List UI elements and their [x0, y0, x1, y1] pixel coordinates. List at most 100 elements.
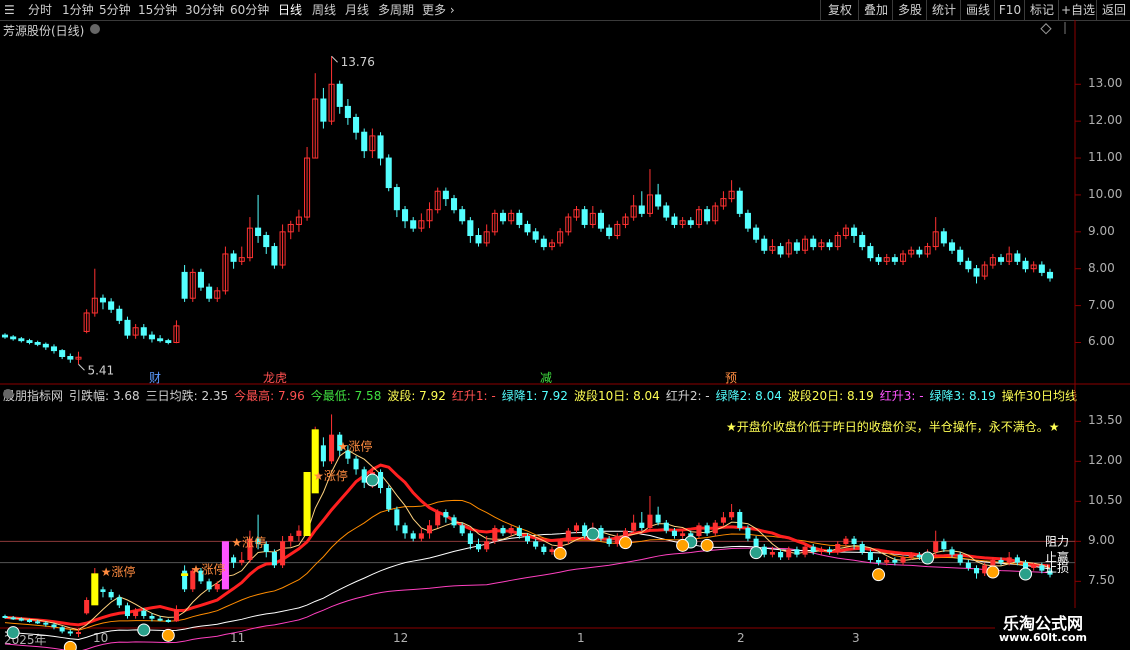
sub-candle-body [827, 549, 833, 552]
candle-body [499, 212, 507, 222]
sub-candle-body [435, 512, 441, 526]
candle-body [1038, 264, 1045, 273]
sub-candle-body [1039, 565, 1045, 571]
sub-candle-body [239, 560, 245, 563]
sub-candle-body [900, 557, 906, 563]
ma-orange-line [4, 499, 1051, 631]
sub-candle-body [320, 445, 326, 462]
diamond-icon [1040, 23, 1052, 35]
candle-body [957, 249, 964, 262]
sub-candle-body [622, 530, 628, 536]
candle-body [940, 231, 947, 244]
candle-body [353, 116, 360, 133]
candle-body [361, 131, 368, 152]
candle-body [26, 340, 33, 343]
candle-body [581, 209, 588, 225]
sell-marker-icon [586, 527, 600, 541]
limit-up-label: ★涨停 [313, 468, 348, 483]
sub-candle-body [165, 620, 171, 622]
limit-up-bar [311, 429, 319, 494]
candle-body [34, 341, 41, 345]
sub-candle-body [696, 525, 702, 536]
sub-candle-body [443, 512, 449, 518]
limit-up-label: ★涨停 [191, 561, 226, 576]
sub-candle-body [157, 618, 163, 621]
sub-candle-body [639, 522, 645, 528]
level-label: 止损 [1045, 561, 1069, 575]
sub-candle-body [43, 622, 49, 625]
sub-candle-body [949, 549, 955, 555]
event-marker: 财 [149, 371, 161, 385]
candle-body [42, 343, 49, 348]
sub-candle-body [51, 624, 57, 628]
buy-marker-icon [676, 538, 690, 552]
sub-candle-body [729, 512, 735, 518]
sub-candle-body [712, 522, 718, 534]
sub-candle-body [965, 562, 971, 568]
event-marker: 龙虎 [263, 371, 287, 385]
candle-body [524, 223, 531, 233]
candle-body [1, 334, 9, 338]
sub-candle-body [541, 546, 547, 552]
sub-candle-body [141, 610, 147, 616]
candle-body [442, 190, 449, 200]
sub-candle-body [467, 533, 473, 544]
sub-candle-body [802, 546, 808, 555]
candle-body [344, 105, 351, 118]
candle-body [638, 205, 645, 214]
candle-body [157, 338, 164, 342]
candle-body [1014, 253, 1021, 262]
sub-candle-body [680, 533, 686, 536]
buy-marker-icon [553, 546, 567, 560]
candle-body [704, 209, 711, 222]
sub-candle-body [516, 528, 522, 536]
sub-candle-body [26, 620, 33, 622]
sub-candle-body [859, 544, 865, 552]
candle-body [377, 135, 384, 159]
sub-candle-body [769, 552, 775, 555]
sub-candle-body [524, 536, 531, 542]
sub-candle-body [810, 546, 816, 552]
sub-candle-body [329, 434, 335, 462]
sub-candle-body [492, 528, 498, 542]
candle-body [59, 350, 66, 358]
sub-candle-body [206, 581, 212, 590]
candle-body [181, 271, 188, 299]
sub-candle-body [786, 549, 792, 558]
sub-candle-body [386, 488, 392, 510]
sub-candle-body [745, 528, 751, 539]
sell-marker-icon [921, 551, 935, 565]
sub-candle-body [418, 533, 424, 539]
sell-marker-icon [749, 546, 763, 560]
sub-candle-body [933, 541, 939, 552]
sub-candle-body [214, 584, 220, 590]
limit-up-bar [303, 472, 311, 536]
candle-body [949, 242, 956, 251]
candle-body [663, 205, 670, 218]
candlestick-chart: ★涨停 ★涨停★涨停★涨停★涨停阻力止赢止损13.765.41财 龙虎减预 [0, 20, 1130, 650]
candle-body [459, 209, 466, 222]
level-label: 阻力 [1045, 534, 1069, 548]
candle-body [255, 227, 262, 237]
sub-candle-body [573, 525, 580, 531]
high-price-label: 13.76 [341, 55, 375, 69]
sub-candle-body [59, 627, 65, 632]
sell-marker-icon [1019, 567, 1033, 581]
candle-body [597, 212, 605, 229]
sub-candle-body [231, 557, 237, 563]
sub-candle-body [173, 609, 179, 622]
candle-body [10, 336, 17, 340]
limit-up-bar [181, 573, 189, 576]
candle-body [516, 212, 523, 225]
sub-candle-body [75, 632, 82, 634]
sell-marker-icon [6, 626, 20, 640]
candle-body [410, 220, 417, 229]
sub-candle-body [973, 568, 980, 574]
candle-body [385, 157, 392, 189]
candle-body [99, 297, 106, 303]
dropdown-icon [90, 24, 100, 34]
candle-body [230, 253, 237, 262]
candle-body [761, 238, 768, 251]
watermark-url: www.60lt.com [999, 631, 1088, 644]
candle-body [50, 346, 58, 352]
